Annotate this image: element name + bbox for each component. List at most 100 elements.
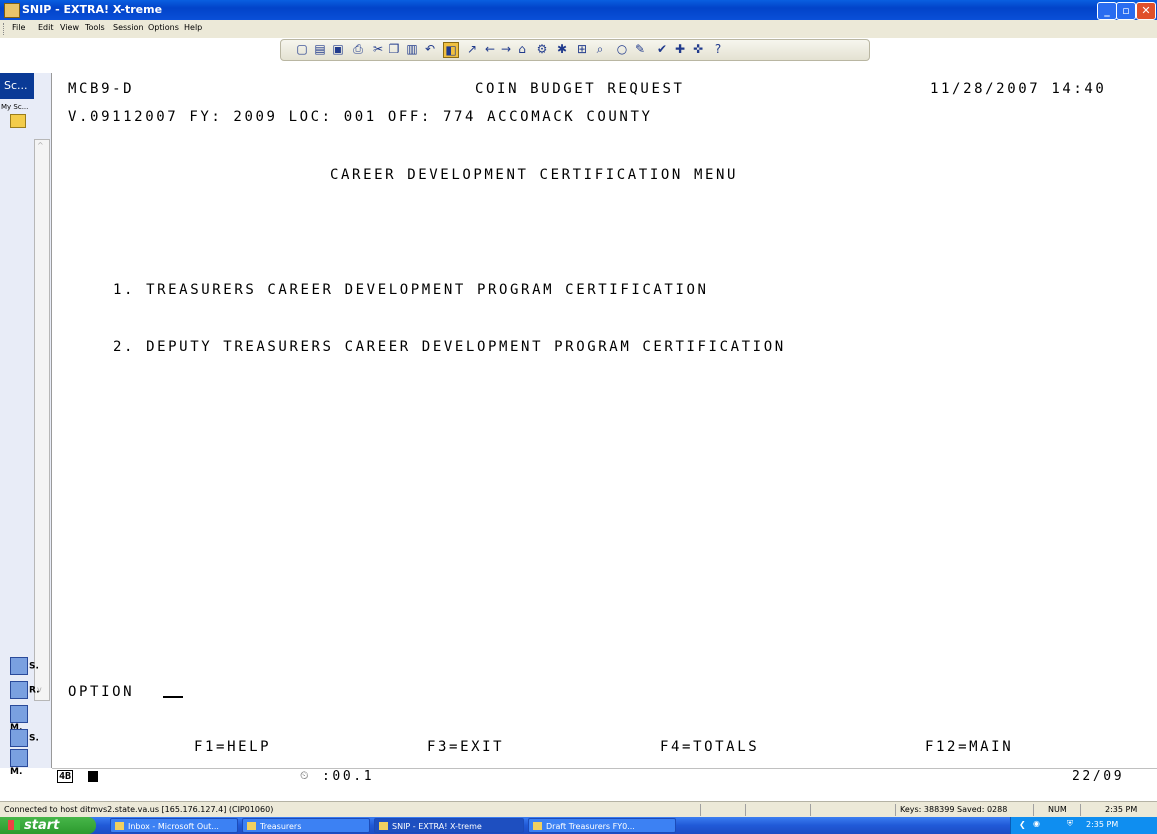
highlight-icon[interactable]: ◧ (443, 42, 459, 58)
word-icon (533, 822, 542, 830)
side-button-label: M. (10, 767, 23, 777)
windows-logo-icon (8, 820, 20, 830)
outlook-icon (115, 822, 124, 830)
side-button-label: R. (29, 685, 40, 696)
start-label: start (24, 818, 60, 833)
session-indicator: 4B (57, 770, 74, 783)
clock-icon: ⏲ (300, 769, 309, 782)
circle-icon[interactable]: ○ (615, 42, 629, 56)
divider (700, 804, 701, 816)
taskbar: start Inbox - Microsoft Out... Treasurer… (0, 817, 1157, 834)
keys-counter: Keys: 388399 Saved: 0288 (900, 805, 1008, 814)
task-label: Draft Treasurers FY0... (546, 822, 635, 831)
save-icon[interactable]: ▣ (331, 42, 345, 56)
start-button[interactable]: start (0, 817, 96, 834)
macro-icon[interactable]: ✚ (673, 42, 687, 56)
find-icon[interactable]: ⌕ (593, 42, 607, 56)
fkey-totals[interactable]: F4=TOTALS (660, 739, 759, 755)
menu-session[interactable]: Session (113, 23, 144, 32)
maximize-button[interactable]: ▫ (1116, 2, 1136, 20)
side-button-map[interactable]: M. (10, 705, 40, 733)
my-scripts-label: My Sc... (1, 103, 29, 111)
task-label: Treasurers (260, 822, 302, 831)
menu-options[interactable]: Options (148, 23, 179, 32)
shield-icon[interactable]: ⛨ (1067, 819, 1073, 829)
undo-icon[interactable]: ↶ (423, 42, 437, 56)
folder-icon (247, 822, 256, 830)
status-time: 2:35 PM (1105, 805, 1138, 814)
cut-icon[interactable]: ✂ (371, 42, 385, 56)
screen-header-title: COIN BUDGET REQUEST (475, 81, 685, 97)
home-icon[interactable]: ⌂ (515, 42, 529, 56)
tray-arrow-icon[interactable]: ❮ (1019, 820, 1026, 829)
fkey-exit[interactable]: F3=EXIT (427, 739, 504, 755)
divider (1080, 804, 1081, 816)
num-lock-indicator: NUM (1048, 805, 1067, 814)
edit-icon[interactable]: ✎ (633, 42, 647, 56)
oia-timer: :00.1 (322, 769, 375, 784)
recent-icon (10, 681, 28, 699)
zoom-icon[interactable]: ⊞ (575, 42, 589, 56)
menu-option-2: 2. DEPUTY TREASURERS CAREER DEVELOPMENT … (113, 339, 786, 355)
menu-view[interactable]: View (60, 23, 79, 32)
task-label: Inbox - Microsoft Out... (128, 822, 219, 831)
tray-app-icon[interactable]: ◉ (1033, 819, 1040, 828)
task-snip[interactable]: SNIP - EXTRA! X-treme (374, 818, 524, 833)
menu-grip-handle[interactable] (3, 23, 7, 35)
cursor-position: 22/09 (1072, 769, 1125, 784)
copy-icon[interactable]: ❐ (387, 42, 401, 56)
open-icon[interactable]: ▤ (313, 42, 327, 56)
fkey-main[interactable]: F12=MAIN (925, 739, 1013, 755)
menu-file[interactable]: File (12, 23, 25, 32)
menu-tools[interactable]: Tools (85, 23, 105, 32)
side-button-sessions[interactable]: S. (10, 657, 40, 677)
task-label: SNIP - EXTRA! X-treme (392, 822, 482, 831)
left-pane: Sc... My Sc... ^ v S. R. M. S. M. (0, 73, 52, 777)
option-label: OPTION (68, 684, 135, 700)
side-button-label: S. (29, 661, 39, 672)
paste-icon[interactable]: ▥ (405, 42, 419, 56)
menu-help[interactable]: Help (184, 23, 202, 32)
tools-icon[interactable]: ✱ (555, 42, 569, 56)
minimize-button[interactable]: _ (1097, 2, 1117, 20)
task-treasurers[interactable]: Treasurers (242, 818, 370, 833)
side-button-macros[interactable]: M. (10, 749, 40, 777)
map-icon (10, 705, 28, 723)
connection-status: Connected to host ditmvs2.state.va.us [1… (4, 805, 274, 814)
fkey-help[interactable]: F1=HELP (194, 739, 271, 755)
back-icon[interactable]: ← (483, 42, 497, 56)
task-draft[interactable]: Draft Treasurers FY0... (528, 818, 676, 833)
settings-icon[interactable]: ⚙ (535, 42, 549, 56)
macro2-icon[interactable]: ✜ (691, 42, 705, 56)
session-icon (10, 657, 28, 675)
left-pane-scrollbar[interactable]: ^ v (34, 139, 50, 701)
menu-title: CAREER DEVELOPMENT CERTIFICATION MENU (330, 167, 739, 183)
side-button-label: S. (29, 733, 39, 744)
screen-datetime: 11/28/2007 14:40 (930, 81, 1107, 97)
side-button-screens[interactable]: S. (10, 729, 40, 749)
new-icon[interactable]: ▢ (295, 42, 309, 56)
side-button-recent[interactable]: R. (10, 681, 40, 701)
taskbar-clock: 2:35 PM (1086, 820, 1119, 829)
print-icon[interactable]: ⎙ (351, 42, 365, 56)
menu-edit[interactable]: Edit (38, 23, 54, 32)
window-title-bar[interactable]: SNIP - EXTRA! X-treme _ ▫ ✕ (0, 0, 1157, 20)
task-inbox[interactable]: Inbox - Microsoft Out... (110, 818, 238, 833)
forward-icon[interactable]: → (499, 42, 513, 56)
operator-info-area: 4B ⏲ :00.1 22/09 (52, 768, 1157, 785)
close-button[interactable]: ✕ (1136, 2, 1156, 20)
folder-icon[interactable] (10, 114, 26, 128)
scripts-tab[interactable]: Sc... (0, 73, 34, 99)
divider (895, 804, 896, 816)
screen-code: MCB9-D (68, 81, 135, 97)
toolbar: ▢ ▤ ▣ ⎙ ✂ ❐ ▥ ↶ ◧ ↗ ← → ⌂ ⚙ ✱ ⊞ ⌕ ○ ✎ ✔ … (280, 39, 870, 61)
terminal-screen[interactable]: MCB9-D COIN BUDGET REQUEST 11/28/2007 14… (52, 73, 1157, 768)
chart-icon[interactable]: ↗ (465, 42, 479, 56)
status-block (88, 771, 98, 782)
check-icon[interactable]: ✔ (655, 42, 669, 56)
menu-bar: File Edit View Tools Session Options Hel… (0, 20, 1157, 38)
option-input[interactable] (163, 684, 183, 702)
help-icon[interactable]: ? (711, 42, 725, 56)
version-line: V.09112007 FY: 2009 LOC: 001 OFF: 774 AC… (68, 109, 653, 125)
screen-icon (10, 729, 28, 747)
